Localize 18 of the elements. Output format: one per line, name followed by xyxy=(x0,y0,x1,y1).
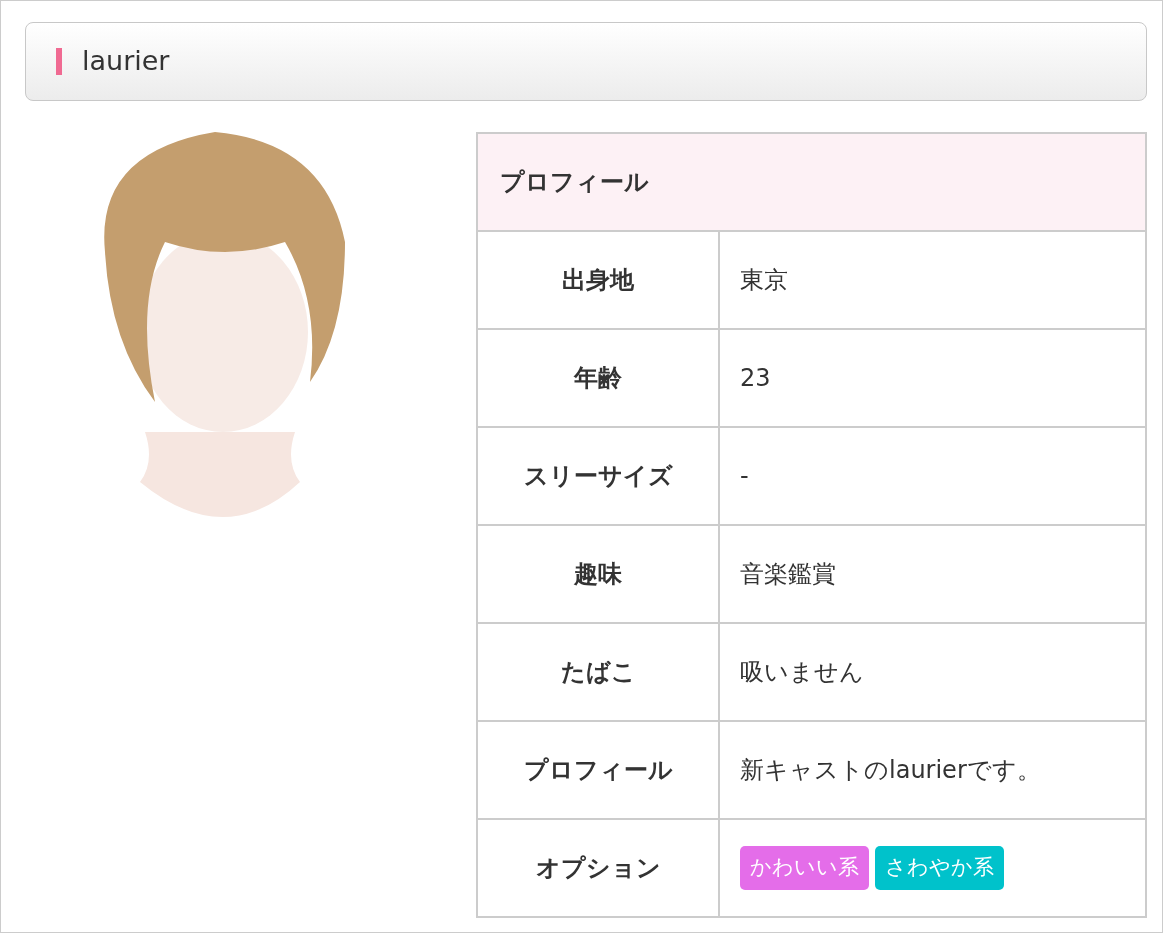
row-label: たばこ xyxy=(477,623,719,721)
row-label: スリーサイズ xyxy=(477,427,719,525)
row-label: 出身地 xyxy=(477,231,719,329)
row-label: 趣味 xyxy=(477,525,719,623)
row-value: 吸いません xyxy=(719,623,1146,721)
row-label: 年齢 xyxy=(477,329,719,427)
option-tag: かわいい系 xyxy=(740,846,869,890)
option-tag: さわやか系 xyxy=(875,846,1004,890)
row-value: 東京 xyxy=(719,231,1146,329)
row-label: オプション xyxy=(477,819,719,917)
row-value: 23 xyxy=(719,329,1146,427)
row-value: 音楽鑑賞 xyxy=(719,525,1146,623)
row-label: プロフィール xyxy=(477,721,719,819)
row-value: - xyxy=(719,427,1146,525)
cast-name: laurier xyxy=(82,44,170,79)
row-value: 新キャストのlaurierです。 xyxy=(719,721,1146,819)
accent-bar xyxy=(56,48,62,75)
table-heading: プロフィール xyxy=(477,133,1146,231)
